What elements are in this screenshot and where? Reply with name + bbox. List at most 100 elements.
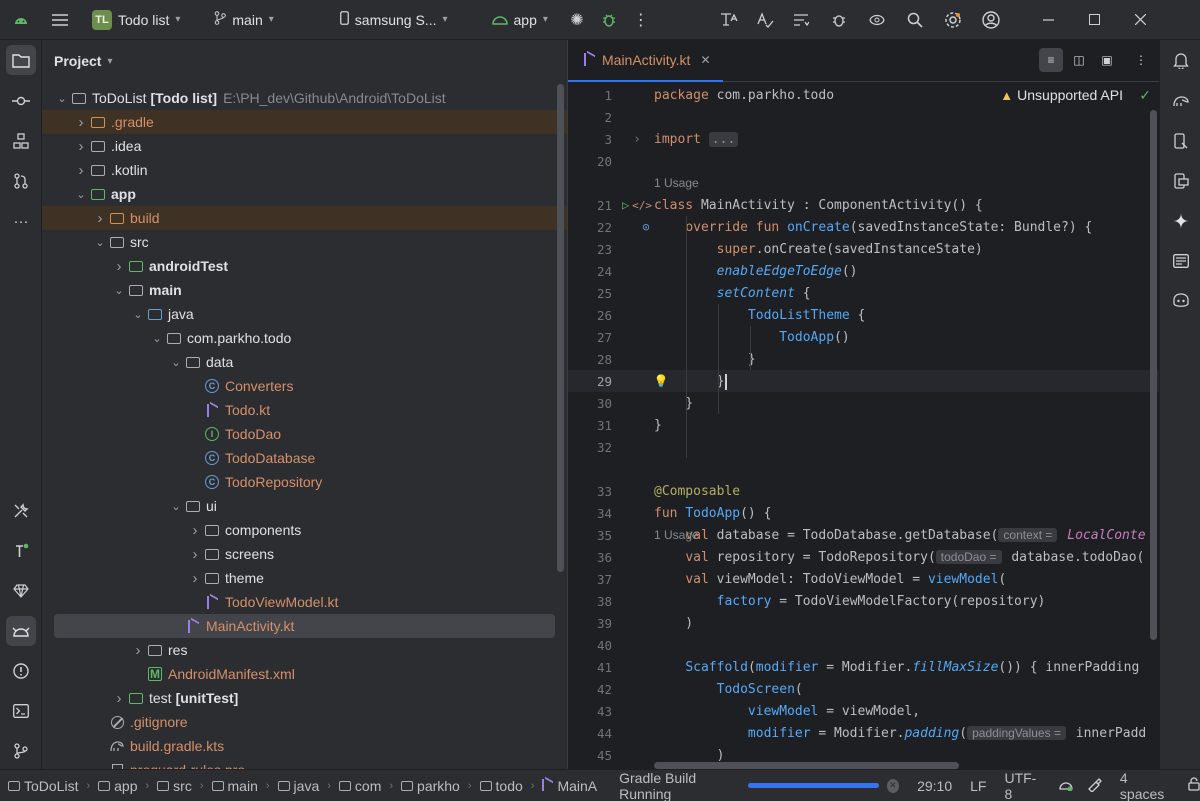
editor-scrollbar[interactable] (1150, 110, 1157, 640)
maximize-button[interactable] (1072, 0, 1118, 40)
split-view-icon[interactable]: ◫ (1067, 48, 1091, 72)
tree-item[interactable]: TodoViewModel.kt (42, 590, 567, 614)
breadcrumb-item[interactable]: com (338, 778, 381, 794)
code-line[interactable]: 40 (568, 634, 1160, 656)
tree-item[interactable]: Todo.kt (42, 398, 567, 422)
more-vertical-icon[interactable]: ⋮ (1129, 48, 1153, 72)
code-line[interactable]: 23 super.onCreate(savedInstanceState) (568, 238, 1160, 260)
spellcheck-icon[interactable] (752, 7, 778, 33)
tree-item[interactable]: M AndroidManifest.xml (42, 662, 567, 686)
code-line[interactable]: 25 setContent { (568, 282, 1160, 304)
commit-icon[interactable] (6, 86, 36, 116)
editor-horizontal-scrollbar[interactable] (654, 762, 959, 769)
app-inspection-icon[interactable] (1166, 246, 1196, 276)
memory-indicator-icon[interactable] (1086, 776, 1102, 795)
branch-selector[interactable]: main ▾ (214, 0, 274, 40)
chevron-right-icon[interactable]: › (92, 210, 108, 227)
tree-item[interactable]: build.gradle.kts (42, 734, 567, 758)
version-control-icon[interactable] (6, 736, 36, 766)
caret-position[interactable]: 29:10 (917, 778, 952, 794)
chevron-right-icon[interactable]: › (130, 642, 146, 659)
tree-item[interactable]: I TodoDao (42, 422, 567, 446)
chevron-right-icon[interactable]: › (187, 522, 203, 539)
code-line[interactable]: 24 enableEdgeToEdge() (568, 260, 1160, 282)
usage-hint[interactable]: 1 Usage (654, 172, 699, 194)
chevron-down-icon[interactable]: ⌄ (168, 356, 184, 369)
design-view-icon[interactable]: ▣ (1095, 48, 1119, 72)
tree-item[interactable]: ⌄ java (42, 302, 567, 326)
code-line[interactable]: 33 @Composable (568, 480, 1160, 502)
background-task-label[interactable]: Gradle Build Running (619, 770, 738, 801)
breadcrumb-item[interactable]: MainA (542, 778, 597, 794)
code-line[interactable]: 43 viewModel = viewModel, (568, 700, 1160, 722)
breadcrumb-item[interactable]: app (98, 778, 138, 794)
chevron-down-icon[interactable]: ⌄ (130, 308, 146, 321)
code-line[interactable]: 27 TodoApp() (568, 326, 1160, 348)
project-panel-header[interactable]: Project ▾ (42, 40, 567, 82)
translation-icon[interactable] (716, 7, 742, 33)
code-line[interactable]: 29 💡 } (568, 370, 1160, 392)
project-selector[interactable]: TL Todo list ▾ (92, 0, 180, 40)
gem-icon[interactable] (6, 576, 36, 606)
tree-item[interactable]: › .kotlin (42, 158, 567, 182)
code-line[interactable]: 31} (568, 414, 1160, 436)
code-area[interactable]: 1 package com.parkho.todo 2 3 › import ... 20 2… (568, 84, 1160, 769)
code-line[interactable]: 30 } (568, 392, 1160, 414)
tree-item[interactable]: › .gradle (42, 110, 567, 134)
bug-report-icon[interactable] (826, 7, 852, 33)
tree-item[interactable]: › test [unitTest] (42, 686, 567, 710)
chevron-right-icon[interactable]: › (187, 546, 203, 563)
tree-item[interactable]: MainActivity.kt (54, 614, 555, 638)
close-window-button[interactable] (1118, 0, 1164, 40)
code-line[interactable]: 20 (568, 150, 1160, 172)
tree-item[interactable]: ⌄ app (42, 182, 567, 206)
tree-item[interactable]: .gitignore (42, 710, 567, 734)
code-line[interactable]: 44 modifier = Modifier.padding(paddingVa… (568, 722, 1160, 744)
structure-icon[interactable] (6, 126, 36, 156)
code-line[interactable]: 36 val repository = TodoRepository(todoD… (568, 546, 1160, 568)
notifications-bell-icon[interactable] (1166, 45, 1196, 75)
tree-item[interactable]: ⌄ src (42, 230, 567, 254)
close-tab-icon[interactable]: ✕ (700, 53, 710, 67)
breadcrumb-item[interactable]: todo (479, 778, 523, 794)
breadcrumb-item[interactable]: main (211, 778, 258, 794)
copilot-icon[interactable] (1166, 286, 1196, 316)
code-line[interactable]: 28 } (568, 348, 1160, 370)
lock-icon[interactable] (1188, 777, 1200, 794)
terminal-icon[interactable] (6, 696, 36, 726)
chevron-right-icon[interactable]: › (73, 114, 89, 131)
code-style-icon[interactable] (1058, 777, 1074, 794)
tree-item[interactable]: › build (42, 206, 567, 230)
device-manager-icon[interactable] (1166, 126, 1196, 156)
chevron-right-icon[interactable]: › (111, 258, 127, 275)
android-logcat-icon[interactable] (6, 616, 36, 646)
override-icon[interactable]: ⊙ (620, 216, 654, 238)
line-separator[interactable]: LF (970, 778, 986, 794)
file-encoding[interactable]: UTF-8 (1004, 770, 1039, 801)
tree-item[interactable]: ⌄ ui (42, 494, 567, 518)
breadcrumb-item[interactable]: parkho (401, 778, 460, 794)
chevron-right-icon[interactable]: › (187, 570, 203, 587)
problems-icon[interactable] (6, 656, 36, 686)
breadcrumb-item[interactable]: ToDoList (8, 778, 78, 794)
tree-item[interactable]: C TodoRepository (42, 470, 567, 494)
tree-item[interactable]: › .idea (42, 134, 567, 158)
tree-item[interactable]: ⌄ com.parkho.todo (42, 326, 567, 350)
fold-arrow-icon[interactable]: › (620, 128, 654, 150)
chevron-right-icon[interactable]: › (111, 690, 127, 707)
code-line[interactable]: 1 package com.parkho.todo (568, 84, 1160, 106)
breadcrumb-item[interactable]: java (277, 778, 319, 794)
code-line[interactable]: 34 fun TodoApp() { (568, 502, 1160, 524)
running-devices-icon[interactable] (1166, 166, 1196, 196)
code-view-icon[interactable]: ≡ (1039, 48, 1063, 72)
main-menu-icon[interactable] (42, 0, 78, 40)
loading-spinner-icon[interactable]: ✺ (564, 7, 590, 33)
code-line[interactable]: 32 (568, 436, 1160, 458)
gradle-icon[interactable] (1166, 86, 1196, 116)
chevron-down-icon[interactable]: ⌄ (111, 284, 127, 297)
tree-item[interactable]: › screens (42, 542, 567, 566)
chevron-right-icon[interactable]: › (73, 138, 89, 155)
tree-item[interactable]: ⌄ ToDoList [Todo list] E:\PH_dev\Github\And… (42, 86, 567, 110)
code-line[interactable]: 42 TodoScreen( (568, 678, 1160, 700)
chevron-down-icon[interactable]: ⌄ (73, 188, 89, 201)
